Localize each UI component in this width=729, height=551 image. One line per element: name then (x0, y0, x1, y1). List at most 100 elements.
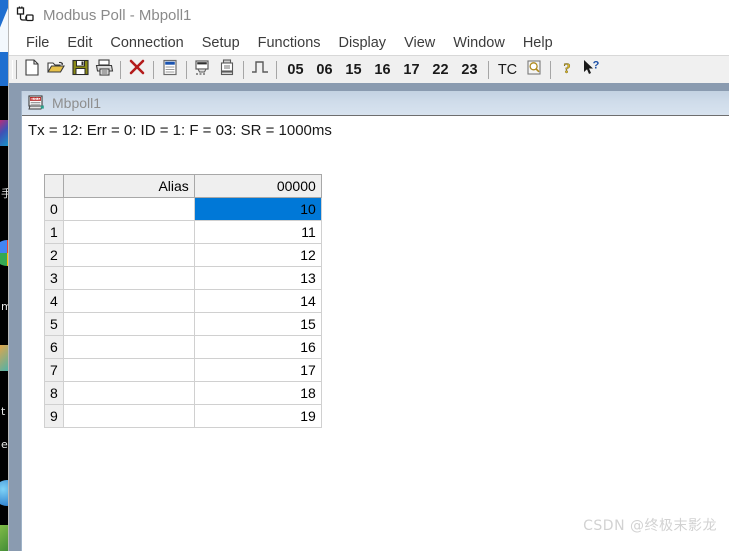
menu-item-display[interactable]: Display (330, 33, 396, 53)
menu-item-edit[interactable]: Edit (58, 33, 101, 53)
function-code-16-button[interactable]: 16 (368, 59, 397, 81)
menu-item-file[interactable]: File (17, 33, 58, 53)
alias-cell[interactable] (62, 381, 195, 405)
menu-bar: File Edit Connection Setup Functions Dis… (9, 30, 729, 56)
table-row: 0 10 (44, 197, 322, 221)
alias-cell[interactable] (62, 312, 195, 336)
read-write-definition-icon (162, 59, 178, 81)
alias-cell[interactable] (62, 266, 195, 290)
table-row: 6 16 (44, 335, 322, 359)
magnifier-document-icon (526, 59, 543, 81)
value-cell[interactable]: 12 (193, 243, 322, 267)
modbus-plug-icon (16, 6, 35, 24)
context-help-button[interactable]: ? (579, 58, 603, 81)
register-data-grid: Alias 00000 0 10 1 11 2 12 3 13 4 14 5 1… (44, 174, 322, 428)
menu-item-window[interactable]: Window (444, 33, 514, 53)
alias-cell[interactable] (62, 243, 195, 267)
mdi-child-title-bar[interactable]: D-0-C Mbpoll1 (22, 91, 729, 116)
menu-item-help[interactable]: Help (514, 33, 562, 53)
mdi-child-window: D-0-C Mbpoll1 Tx = 12: Err = 0: ID = 1: … (21, 91, 729, 551)
value-cell[interactable]: 10 (193, 197, 322, 221)
print-button[interactable] (92, 58, 116, 81)
menu-item-connection[interactable]: Connection (101, 33, 192, 53)
row-index[interactable]: 9 (44, 404, 64, 428)
value-cell[interactable]: 17 (193, 358, 322, 382)
alias-cell[interactable] (62, 335, 195, 359)
table-row: 8 18 (44, 381, 322, 405)
value-cell[interactable]: 16 (193, 335, 322, 359)
watermark: CSDN @终极末影龙 (583, 518, 717, 534)
row-index[interactable]: 0 (44, 197, 64, 221)
application-window: Modbus Poll - Mbpoll1 File Edit Connecti… (8, 0, 729, 551)
new-button[interactable] (20, 58, 44, 81)
alias-cell[interactable] (62, 404, 195, 428)
toolbar-separator (153, 60, 154, 79)
read-write-definition-button[interactable] (158, 58, 182, 81)
svg-text:?: ? (592, 59, 599, 71)
row-index[interactable]: 5 (44, 312, 64, 336)
toolbar-separator (488, 60, 489, 79)
save-icon (71, 59, 89, 81)
grid-header-alias[interactable]: Alias (62, 174, 195, 198)
function-code-17-button[interactable]: 17 (397, 59, 426, 81)
mdi-client-area: D-0-C Mbpoll1 Tx = 12: Err = 0: ID = 1: … (9, 83, 729, 551)
alias-cell[interactable] (62, 289, 195, 313)
menu-item-setup[interactable]: Setup (193, 33, 249, 53)
value-cell[interactable]: 19 (193, 404, 322, 428)
row-index[interactable]: 1 (44, 220, 64, 244)
row-index[interactable]: 8 (44, 381, 64, 405)
table-row: 1 11 (44, 220, 322, 244)
print-icon (95, 58, 114, 81)
poll-button[interactable] (191, 58, 215, 81)
value-cell[interactable]: 14 (193, 289, 322, 313)
poll-status-line: Tx = 12: Err = 0: ID = 1: F = 03: SR = 1… (28, 122, 332, 139)
test-center-button[interactable] (522, 58, 546, 81)
function-code-22-button[interactable]: 22 (426, 59, 455, 81)
tc-button[interactable]: TC (493, 59, 522, 81)
stack-button[interactable] (215, 58, 239, 81)
help-question-icon: ? (560, 59, 574, 81)
row-index[interactable]: 2 (44, 243, 64, 267)
new-icon (24, 58, 40, 81)
stack-icon (219, 58, 235, 81)
window-title: Modbus Poll - Mbpoll1 (43, 6, 192, 24)
function-code-23-button[interactable]: 23 (455, 59, 484, 81)
row-index[interactable]: 6 (44, 335, 64, 359)
alias-cell[interactable] (62, 220, 195, 244)
menu-item-view[interactable]: View (395, 33, 444, 53)
context-help-arrow-icon: ? (582, 59, 601, 81)
alias-cell[interactable] (62, 197, 195, 221)
alias-cell[interactable] (62, 358, 195, 382)
value-cell[interactable]: 15 (193, 312, 322, 336)
help-button[interactable]: ? (555, 58, 579, 81)
grid-body: 0 10 1 11 2 12 3 13 4 14 5 15 6 16 7 17 … (44, 197, 322, 428)
open-button[interactable] (44, 58, 68, 81)
toolbar-separator (243, 60, 244, 79)
function-code-05-button[interactable]: 05 (281, 59, 310, 81)
grid-corner-header[interactable] (44, 174, 64, 198)
row-index[interactable]: 7 (44, 358, 64, 382)
svg-text:?: ? (563, 61, 571, 76)
pulse-button[interactable] (248, 58, 272, 81)
title-bar: Modbus Poll - Mbpoll1 (9, 0, 729, 30)
grid-header-row: Alias 00000 (44, 174, 322, 198)
pulse-icon (251, 59, 269, 80)
function-code-15-button[interactable]: 15 (339, 59, 368, 81)
grid-header-address[interactable]: 00000 (193, 174, 322, 198)
disconnect-button[interactable] (125, 58, 149, 81)
toolbar-grip[interactable] (12, 60, 17, 79)
table-row: 4 14 (44, 289, 322, 313)
table-row: 7 17 (44, 358, 322, 382)
toolbar: 05 06 15 16 17 22 23 TC ? ? (9, 56, 729, 84)
mdi-child-title: Mbpoll1 (52, 95, 102, 111)
function-code-06-button[interactable]: 06 (310, 59, 339, 81)
menu-item-functions[interactable]: Functions (249, 33, 330, 53)
value-cell[interactable]: 18 (193, 381, 322, 405)
toolbar-separator (120, 60, 121, 79)
row-index[interactable]: 3 (44, 266, 64, 290)
save-button[interactable] (68, 58, 92, 81)
table-row: 9 19 (44, 404, 322, 428)
value-cell[interactable]: 13 (193, 266, 322, 290)
row-index[interactable]: 4 (44, 289, 64, 313)
value-cell[interactable]: 11 (193, 220, 322, 244)
